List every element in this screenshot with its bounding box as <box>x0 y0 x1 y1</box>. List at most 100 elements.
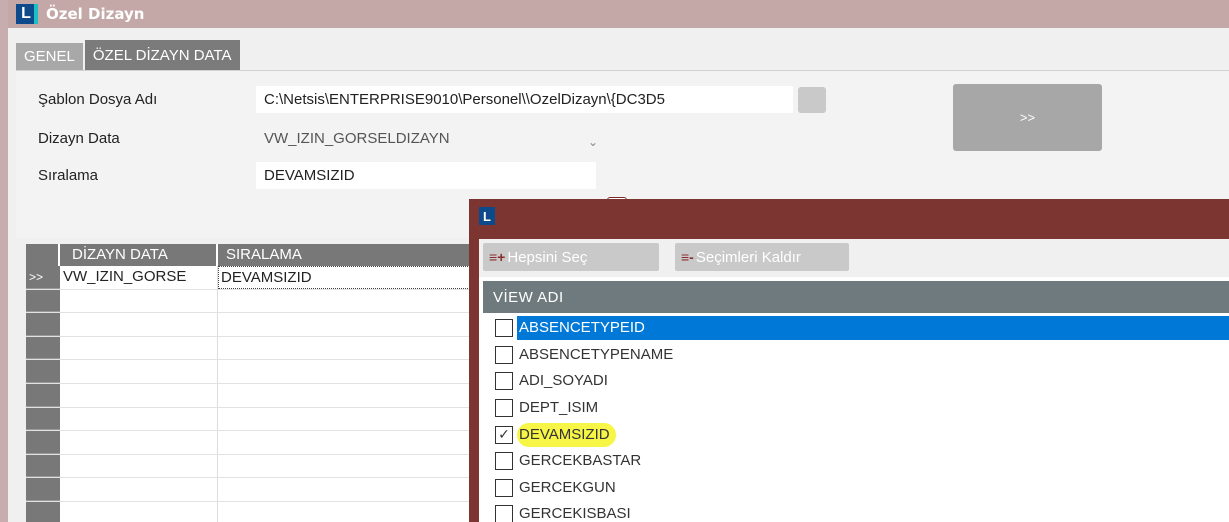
column-header-siralama[interactable]: SIRALAMA <box>218 244 478 266</box>
logo-stripe <box>34 4 38 24</box>
list-item-label: DEVAMSIZID <box>517 422 616 447</box>
cell-siralama[interactable] <box>218 384 478 407</box>
list-item[interactable]: ADI_SOYADI <box>483 368 1229 395</box>
cell-siralama[interactable] <box>218 360 478 383</box>
cell-dizayn-data[interactable] <box>60 478 218 501</box>
list-add-icon: ≡+ <box>489 249 506 265</box>
popup-toolbar: ≡+ Hepsini Seç ≡- Seçimleri Kaldır <box>479 239 1229 277</box>
table-row[interactable] <box>26 501 478 522</box>
cell-siralama[interactable] <box>218 455 478 478</box>
list-item-label: DEPT_ISIM <box>519 399 599 417</box>
clear-selection-label: Seçimleri Kaldır <box>695 248 801 266</box>
cell-siralama[interactable] <box>218 290 478 313</box>
checkbox[interactable] <box>495 319 513 338</box>
view-select-popup: L ≡+ Hepsini Seç ≡- Seçimleri Kaldır VİE… <box>469 199 1229 522</box>
siralama-label: Sıralama <box>38 167 99 184</box>
checkbox[interactable] <box>495 345 513 364</box>
list-item[interactable]: ✓ DEVAMSIZID <box>483 421 1229 448</box>
checkbox[interactable] <box>495 478 513 497</box>
cell-siralama[interactable] <box>218 502 478 522</box>
table-row[interactable] <box>26 407 478 432</box>
row-indicator <box>26 407 60 431</box>
dizayn-data-label: Dizayn Data <box>38 130 120 147</box>
table-row[interactable] <box>26 431 478 455</box>
dizayn-data-select[interactable]: VW_IZIN_GORSELDIZAYN <box>256 125 596 152</box>
chevron-down-icon[interactable]: ⌄ <box>588 135 598 149</box>
go-button[interactable]: >> <box>953 84 1102 151</box>
window-title: Özel Dizayn <box>46 5 145 23</box>
table-row[interactable] <box>26 383 478 408</box>
table-row[interactable] <box>26 478 478 502</box>
table-row[interactable] <box>26 336 478 361</box>
tab-ozel-dizayn-data[interactable]: ÖZEL DİZAYN DATA <box>84 40 240 70</box>
row-indicator <box>26 454 60 478</box>
row-indicator <box>26 360 60 383</box>
tab-genel[interactable]: GENEL <box>16 43 83 70</box>
row-indicator <box>26 478 60 501</box>
cell-dizayn-data[interactable] <box>60 454 218 478</box>
cell-siralama[interactable] <box>218 431 478 454</box>
cell-dizayn-data[interactable]: VW_IZIN_GORSE <box>60 266 218 289</box>
row-indicator <box>26 289 60 313</box>
app-logo-icon: L <box>16 4 36 24</box>
row-indicator <box>26 313 60 336</box>
checkbox[interactable] <box>495 399 513 418</box>
list-remove-icon: ≡- <box>681 249 694 265</box>
checkbox[interactable] <box>495 452 513 471</box>
list-item[interactable]: ABSENCETYPEID <box>483 315 1229 342</box>
view-adi-header[interactable]: VİEW ADI <box>483 281 1229 313</box>
popup-logo-icon: L <box>479 207 495 225</box>
clear-selection-button[interactable]: ≡- Seçimleri Kaldır <box>675 243 849 271</box>
row-indicator <box>26 501 60 522</box>
grid-header: DİZAYN DATA SIRALAMA <box>26 244 478 266</box>
cell-dizayn-data[interactable] <box>60 501 218 522</box>
title-bar[interactable]: L Özel Dizayn <box>8 0 1229 28</box>
list-item[interactable]: GERCEKGUN <box>483 475 1229 502</box>
row-indicator: >> <box>26 266 60 289</box>
list-item[interactable]: ABSENCETYPENAME <box>483 342 1229 369</box>
sablon-label: Şablon Dosya Adı <box>38 91 158 108</box>
select-all-label: Hepsini Seç <box>507 248 588 266</box>
column-header-dizayn-data[interactable]: DİZAYN DATA <box>60 244 218 266</box>
table-row[interactable] <box>26 454 478 479</box>
row-indicator <box>26 383 60 407</box>
cell-siralama[interactable] <box>218 313 478 336</box>
list-item[interactable]: GERCEKISBASI <box>483 501 1229 522</box>
cell-dizayn-data[interactable] <box>60 289 218 313</box>
cell-dizayn-data[interactable] <box>60 407 218 431</box>
cell-siralama[interactable] <box>218 478 478 501</box>
list-item-label: GERCEKISBASI <box>519 505 631 522</box>
sablon-dosya-input[interactable]: C:\Netsis\ENTERPRISE9010\Personel\\OzelD… <box>256 86 793 113</box>
checkbox[interactable] <box>495 505 513 522</box>
cell-dizayn-data[interactable] <box>60 383 218 407</box>
cell-siralama[interactable] <box>218 408 478 431</box>
table-row[interactable] <box>26 289 478 314</box>
popup-body: ≡+ Hepsini Seç ≡- Seçimleri Kaldır VİEW … <box>479 239 1229 522</box>
checkmark-icon: ✓ <box>498 426 510 443</box>
list-item-label: ABSENCETYPENAME <box>519 345 674 363</box>
design-data-grid: DİZAYN DATA SIRALAMA >> VW_IZIN_GORSE DE… <box>26 244 478 522</box>
cell-dizayn-data[interactable] <box>60 431 218 454</box>
list-item[interactable]: DEPT_ISIM <box>483 395 1229 422</box>
select-all-button[interactable]: ≡+ Hepsini Seç <box>483 243 659 271</box>
browse-button[interactable] <box>798 87 826 113</box>
checkbox-checked[interactable]: ✓ <box>495 425 513 444</box>
grid-indicator-header <box>26 244 60 266</box>
cell-dizayn-data[interactable] <box>60 313 218 336</box>
row-indicator <box>26 336 60 360</box>
tab-strip: GENEL ÖZEL DİZAYN DATA <box>16 40 242 70</box>
list-item-label: GERCEKGUN <box>519 478 616 496</box>
cell-dizayn-data[interactable] <box>60 336 218 360</box>
cell-dizayn-data[interactable] <box>60 360 218 383</box>
checkbox[interactable] <box>495 372 513 391</box>
table-row[interactable] <box>26 313 478 337</box>
cell-siralama[interactable]: DEVAMSIZID <box>218 266 478 289</box>
view-list: ABSENCETYPEID ABSENCETYPENAME ADI_SOYADI… <box>483 315 1229 522</box>
cell-siralama[interactable] <box>218 337 478 360</box>
siralama-input[interactable]: DEVAMSIZID <box>256 162 596 189</box>
list-item[interactable]: GERCEKBASTAR <box>483 448 1229 475</box>
table-row[interactable] <box>26 360 478 384</box>
table-row[interactable]: >> VW_IZIN_GORSE DEVAMSIZID <box>26 266 478 290</box>
list-item-label: GERCEKBASTAR <box>519 452 642 470</box>
row-indicator <box>26 431 60 454</box>
